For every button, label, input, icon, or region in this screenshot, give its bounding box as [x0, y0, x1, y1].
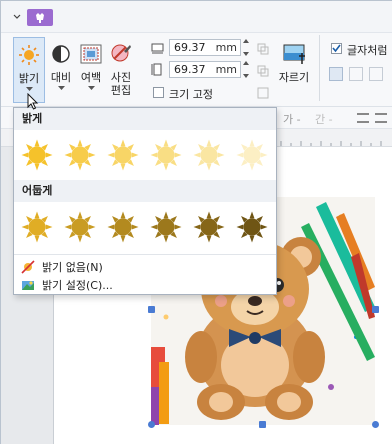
no-brightness-item[interactable]: 밝기 없음(N) — [14, 258, 276, 276]
dark-swatch-5[interactable] — [192, 210, 226, 244]
margin-label: 여백 — [80, 71, 102, 84]
margin-button[interactable]: 여백 — [77, 37, 105, 103]
no-brightness-icon — [21, 260, 35, 274]
bright-section-header: 밝게 — [14, 108, 276, 130]
bright-swatch-4[interactable] — [149, 138, 183, 172]
width-spinner[interactable] — [241, 39, 251, 56]
bright-swatch-6[interactable] — [235, 138, 269, 172]
height-spinner[interactable] — [241, 61, 251, 78]
resize-handle-bottom-right[interactable] — [372, 421, 379, 428]
height-icon — [151, 63, 162, 76]
dropdown-arrow-icon — [87, 86, 95, 90]
dark-swatch-6[interactable] — [235, 210, 269, 244]
width-value: 69.37 — [174, 41, 206, 54]
resize-handle-bottom-left[interactable] — [148, 421, 155, 428]
reset-size-icon[interactable] — [257, 87, 269, 99]
photo-edit-icon — [108, 41, 134, 67]
height-field[interactable]: 69.37 mm — [169, 61, 241, 78]
width-field[interactable]: 69.37 mm — [169, 39, 241, 56]
margin-icon — [78, 41, 104, 67]
crop-label: 자르기 — [278, 71, 310, 84]
crop-button[interactable]: 자르기 — [277, 37, 311, 103]
menu-divider — [14, 254, 276, 255]
no-brightness-label: 밝기 없음(N) — [42, 261, 103, 274]
height-unit: mm — [215, 63, 237, 76]
highlight-icon[interactable]: 간 - — [315, 111, 333, 127]
picture-ribbon: 밝기 대비 여백 사진 편집 69.37 mm 69.37 mm 크기 고정 자… — [1, 33, 392, 107]
sun-icon — [16, 42, 42, 68]
quick-access-bar — [1, 1, 392, 33]
contrast-button[interactable]: 대비 — [47, 37, 75, 103]
align-left-icon[interactable] — [357, 113, 369, 123]
contrast-label: 대비 — [50, 71, 72, 84]
dropdown-arrow-icon — [57, 86, 65, 90]
resize-handle-right[interactable] — [372, 306, 379, 313]
lock-ratio-icon[interactable] — [257, 43, 269, 55]
bright-swatch-1[interactable] — [20, 138, 54, 172]
bright-swatch-5[interactable] — [192, 138, 226, 172]
dark-swatch-3[interactable] — [106, 210, 140, 244]
brightness-settings-label: 밝기 설정(C)... — [42, 279, 113, 292]
dark-section-header: 어둡게 — [14, 180, 276, 202]
dark-swatch-4[interactable] — [149, 210, 183, 244]
brightness-settings-icon — [22, 281, 34, 290]
brightness-dropdown-menu: 밝게 어둡게 밝기 없음(N) 밝기 설정(C)... — [13, 107, 277, 295]
original-size-icon[interactable] — [257, 65, 269, 77]
text-color-icon[interactable]: 가 - — [283, 111, 301, 127]
text-like-checkbox[interactable] — [331, 43, 342, 54]
resize-handle-bottom[interactable] — [259, 421, 266, 428]
brightness-label: 밝기 — [18, 72, 40, 85]
bright-swatch-3[interactable] — [106, 138, 140, 172]
image-tab-icon[interactable] — [27, 9, 53, 26]
dark-swatch-1[interactable] — [20, 210, 54, 244]
width-unit: mm — [215, 41, 237, 54]
window: 밝기 대비 여백 사진 편집 69.37 mm 69.37 mm 크기 고정 자… — [0, 0, 392, 444]
wrap-front-icon[interactable] — [369, 67, 383, 81]
brightness-settings-item[interactable]: 밝기 설정(C)... — [14, 276, 276, 294]
text-like-label: 글자처럼 — [347, 44, 388, 57]
chevron-down-icon[interactable] — [13, 13, 21, 21]
align-justify-icon[interactable] — [375, 113, 387, 123]
dark-swatch-2[interactable] — [63, 210, 97, 244]
resize-handle-left[interactable] — [148, 306, 155, 313]
contrast-icon — [48, 41, 74, 67]
fix-size-checkbox[interactable] — [153, 87, 164, 98]
wrap-square-icon[interactable] — [349, 67, 363, 81]
ribbon-divider — [319, 35, 320, 101]
width-icon — [151, 43, 164, 54]
mouse-cursor-icon — [27, 93, 39, 110]
height-value: 69.37 — [174, 63, 206, 76]
fix-size-label: 크기 고정 — [169, 88, 213, 101]
dropdown-arrow-icon — [25, 87, 33, 91]
photo-edit-button[interactable]: 사진 편집 — [107, 37, 135, 103]
wrap-inline-icon[interactable] — [329, 67, 343, 81]
crop-icon — [281, 41, 307, 67]
photo-edit-label: 사진 편집 — [110, 71, 132, 97]
bright-swatch-2[interactable] — [63, 138, 97, 172]
